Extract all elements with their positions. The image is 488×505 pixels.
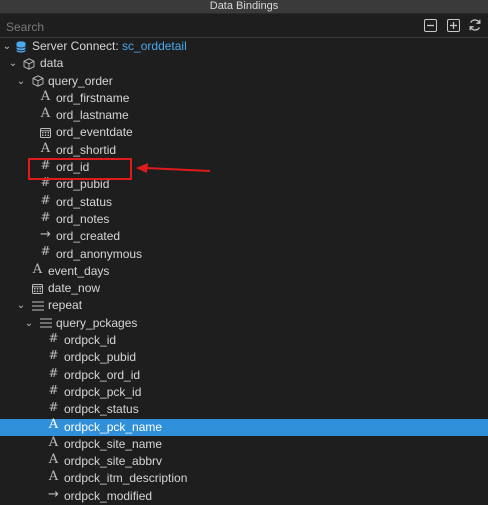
field-label: ordpck_pck_name [64,419,163,434]
tree-item-label: query_pckages [56,315,138,330]
field-label: ordpck_itm_description [64,471,188,486]
field-ordpck-modified[interactable]: → ordpck_modified [0,487,488,505]
cube-icon [22,57,35,70]
search-input[interactable] [4,17,408,36]
database-icon [14,40,27,53]
field-ordpck-status[interactable]: # ordpck_status [0,400,488,418]
text-icon: A [48,434,59,450]
field-label: ordpck_site_abbrv [64,454,163,469]
field-label: ord_anonymous [56,246,143,261]
chevron-down-icon[interactable]: ⌄ [8,55,18,72]
number-icon: # [48,400,59,415]
tree-item-date-now[interactable]: date_now [0,280,488,297]
field-ordpck-site-abbrv[interactable]: A ordpck_site_abbrv [0,451,488,470]
field-ord-anonymous[interactable]: # ord_anonymous [0,244,488,263]
annotation-arrow-icon [136,163,211,173]
chevron-down-icon[interactable]: ⌄ [24,315,34,332]
field-label: ord_lastname [56,108,129,123]
arrow-icon: → [40,227,51,243]
plus-square-icon [446,18,460,32]
tree-item-repeat[interactable]: ⌄ repeat [0,297,488,314]
number-icon: # [48,382,59,397]
field-label: ordpck_id [64,333,117,348]
tree-item-query-order[interactable]: ⌄ query_order [0,73,488,90]
calendar-icon [39,126,52,139]
list-icon [31,299,44,312]
field-ord-created[interactable]: → ord_created [0,227,488,245]
number-icon: # [48,330,59,345]
refresh-button[interactable] [468,18,482,32]
tree-item-label: query_order [48,73,113,88]
field-label: ordpck_pubid [64,350,137,365]
field-label: ord_notes [56,211,110,226]
calendar-icon [31,282,44,295]
text-icon: A [40,106,51,122]
field-ordpck-site-name[interactable]: A ordpck_site_name [0,434,488,453]
field-label: ord_shortid [56,142,117,157]
minus-square-icon [423,18,437,32]
number-icon: # [48,365,59,380]
field-ord-shortid[interactable]: A ord_shortid [0,140,488,159]
number-icon: # [48,348,59,363]
tree-item-server-connect[interactable]: ⌄ Server Connect: sc_orddetail [0,38,488,55]
chevron-down-icon[interactable]: ⌄ [16,297,26,314]
field-ordpck-pck-name[interactable]: A ordpck_pck_name [0,417,488,436]
collapse-all-button[interactable] [423,18,437,32]
tree-item-label: date_now [48,281,101,296]
field-label: ordpck_ord_id [64,367,141,382]
field-label: ordpck_site_name [64,436,163,451]
field-label: ordpck_pck_id [64,384,142,399]
field-ord-firstname[interactable]: A ord_firstname [0,88,488,107]
list-icon [39,317,52,330]
text-icon: A [48,451,59,467]
tree-item-label: repeat [48,298,83,313]
text-icon: A [40,88,51,104]
tree-item-event-days[interactable]: A event_days [0,261,488,280]
field-label: ordpck_status [64,402,139,417]
number-icon: # [40,244,51,259]
window-title: Data Bindings [0,0,488,14]
field-ordpck-id[interactable]: # ordpck_id [0,330,488,349]
field-label: ord_firstname [56,90,130,105]
field-ord-eventdate[interactable]: ord_eventdate [0,124,488,141]
annotation-highlight-box [28,158,132,180]
server-connect-label: Server Connect: [32,39,123,53]
tree-item-label: data [40,56,64,71]
field-ordpck-itm-description[interactable]: A ordpck_itm_description [0,469,488,487]
refresh-icon [469,19,481,31]
field-ordpck-pck-id[interactable]: # ordpck_pck_id [0,382,488,401]
server-connect-name: sc_orddetail [122,39,187,53]
field-ordpck-ord-id[interactable]: # ordpck_ord_id [0,365,488,384]
field-ord-status[interactable]: # ord_status [0,192,488,211]
tree-item-query-pckages[interactable]: ⌄ query_pckages [0,315,488,332]
field-label: ordpck_modified [64,488,153,503]
text-icon: A [40,140,51,156]
field-ord-lastname[interactable]: A ord_lastname [0,106,488,124]
chevron-down-icon[interactable]: ⌄ [16,73,26,90]
field-label: ord_eventdate [56,125,133,140]
data-bindings-tree: ⌄ Server Connect: sc_orddetail ⌄ data ⌄ … [0,38,488,505]
number-icon: # [40,192,51,207]
text-icon: A [32,261,43,277]
field-label: ord_created [56,229,121,244]
field-ord-notes[interactable]: # ord_notes [0,209,488,228]
cube-icon [31,75,44,88]
tree-item-label: event_days [48,263,110,278]
number-icon: # [40,209,51,224]
chevron-down-icon[interactable]: ⌄ [2,38,12,55]
expand-all-button[interactable] [446,18,460,32]
search-bar [0,14,488,38]
field-label: ord_status [56,194,113,209]
field-ordpck-pubid[interactable]: # ordpck_pubid [0,348,488,366]
tree-item-data[interactable]: ⌄ data [0,55,488,72]
text-icon: A [48,469,59,485]
text-icon: A [48,417,59,433]
